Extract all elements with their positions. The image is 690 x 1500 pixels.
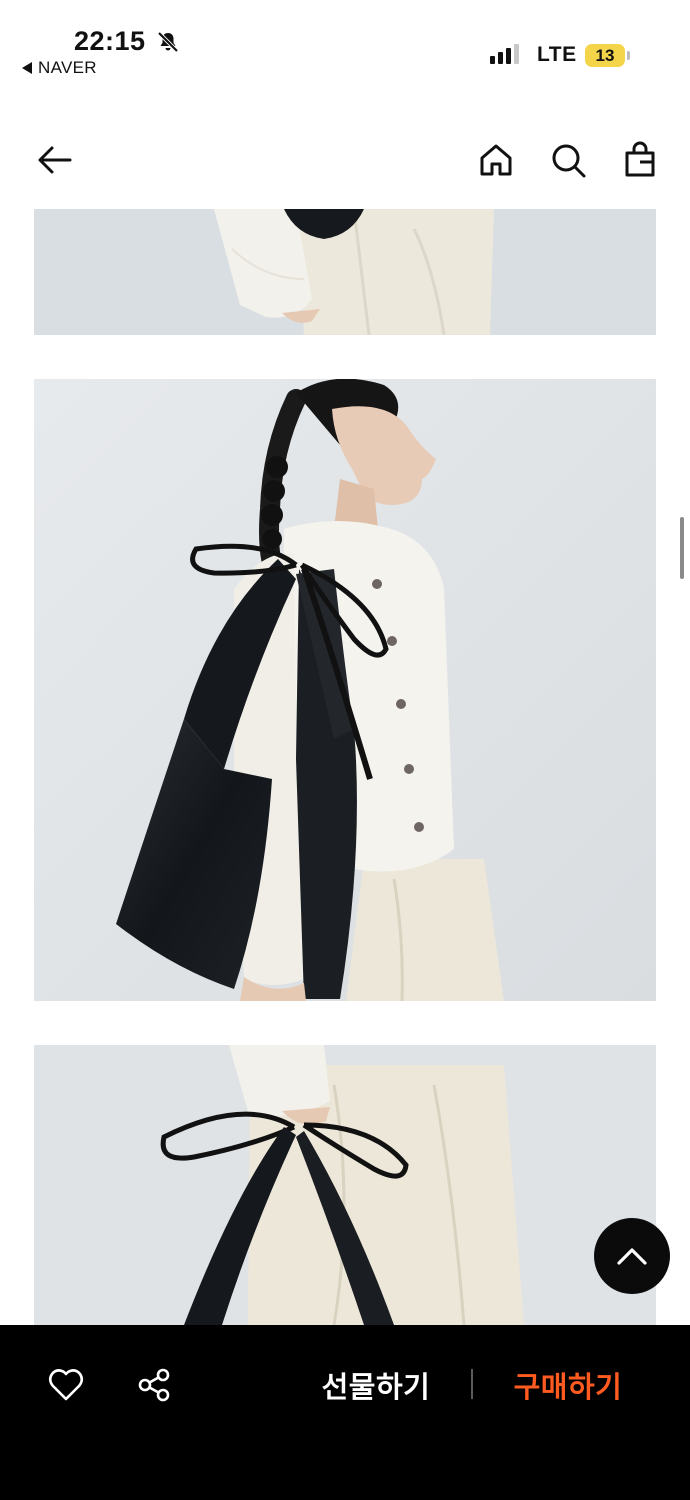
battery-level: 13 [595, 45, 615, 65]
bell-muted-icon [156, 30, 180, 54]
battery-tip [627, 51, 630, 60]
product-image-3 [34, 1045, 656, 1325]
battery-icon: 13 [585, 44, 625, 67]
scroll-indicator[interactable] [680, 517, 684, 579]
search-icon[interactable] [546, 138, 590, 182]
top-navigation [0, 120, 690, 200]
product-image-2 [34, 379, 656, 1001]
product-image-1 [34, 209, 656, 335]
buy-button[interactable]: 구매하기 [500, 1363, 636, 1407]
home-icon[interactable] [474, 138, 518, 182]
signal-icon [490, 44, 519, 64]
back-to-app-link[interactable]: NAVER [22, 58, 97, 78]
network-label: LTE [537, 43, 577, 66]
status-time: 22:15 [74, 26, 146, 56]
back-app-label: NAVER [38, 58, 97, 77]
button-divider [471, 1369, 473, 1399]
scroll-to-top-button[interactable] [594, 1218, 670, 1294]
back-arrow-icon[interactable] [32, 138, 76, 182]
chevron-up-icon [617, 1248, 647, 1265]
bottom-purchase-bar: 선물하기 구매하기 [0, 1325, 690, 1500]
back-triangle-icon [22, 62, 32, 74]
shopping-bag-icon[interactable] [618, 138, 662, 182]
gift-button[interactable]: 선물하기 [310, 1363, 442, 1407]
status-bar: 22:15 NAVER LTE 13 [0, 0, 690, 90]
share-icon[interactable] [134, 1365, 174, 1405]
heart-icon[interactable] [46, 1365, 86, 1405]
